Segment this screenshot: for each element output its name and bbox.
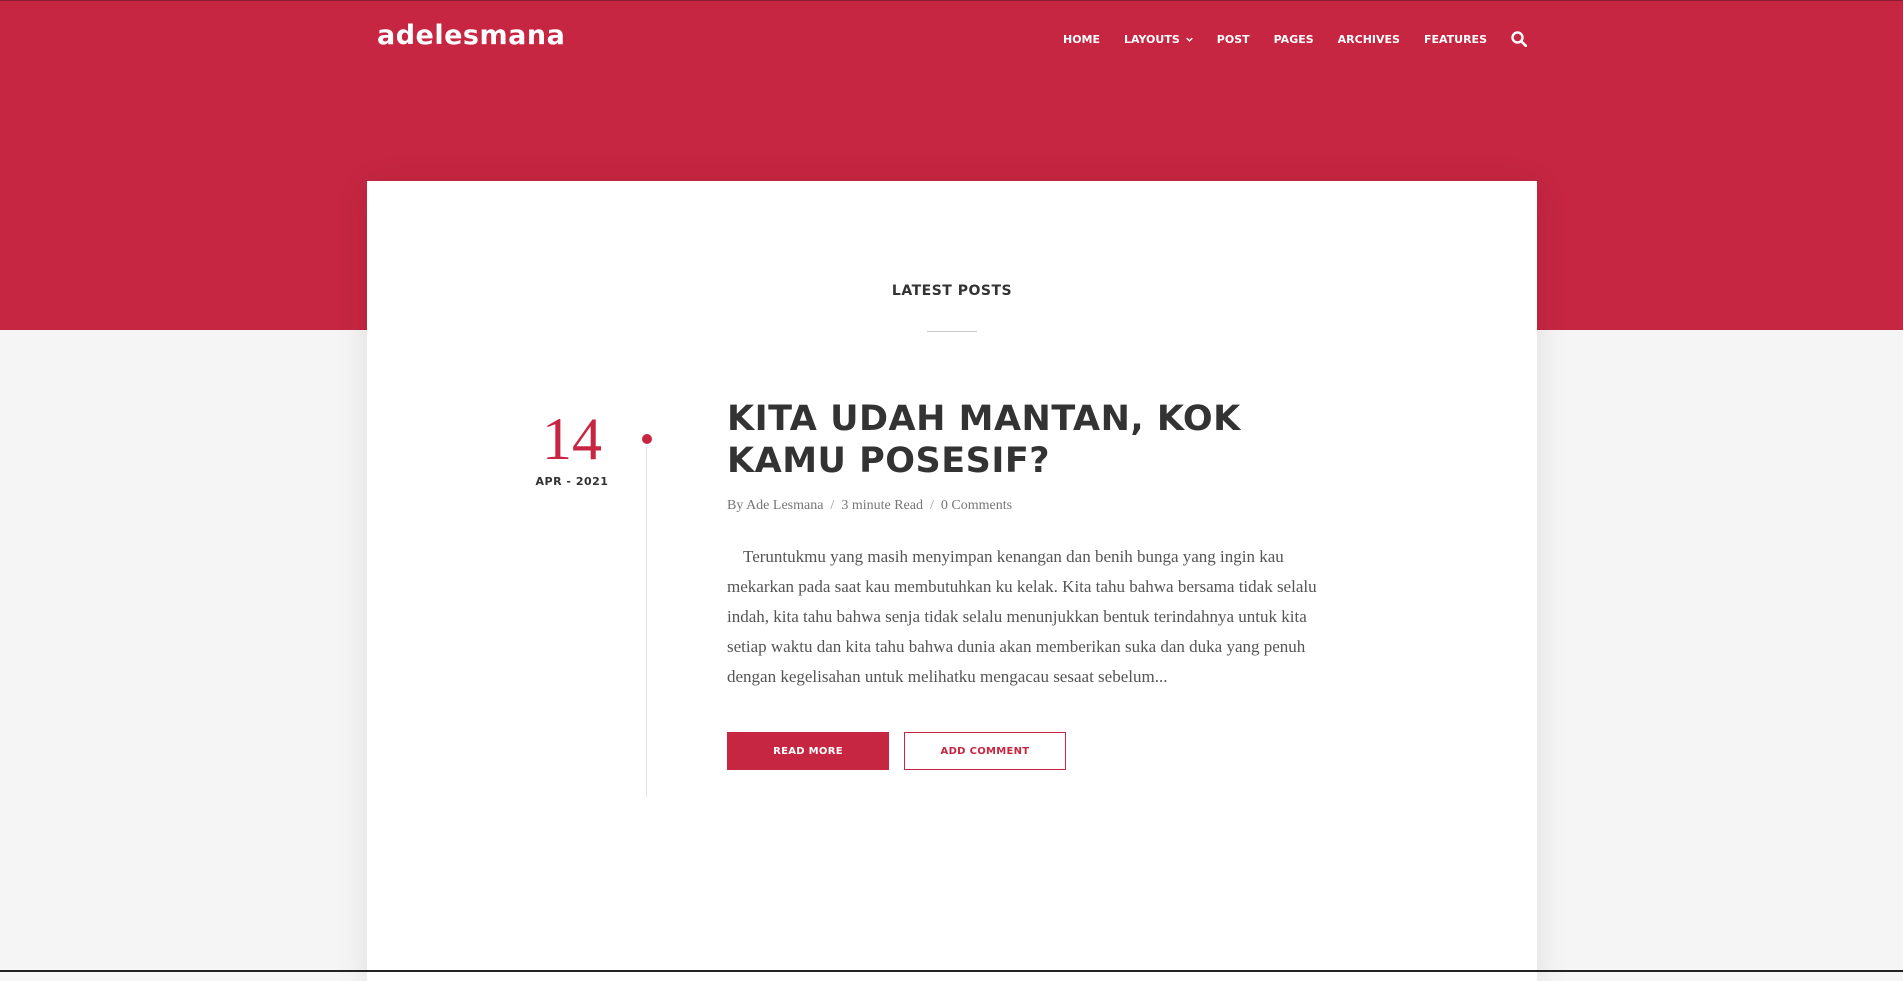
post-title[interactable]: KITA UDAH MANTAN, KOK KAMU POSESIF?	[727, 398, 1317, 482]
nav-item-features[interactable]: FEATURES	[1424, 33, 1487, 46]
nav-item-label: LAYOUTS	[1124, 32, 1180, 46]
site-logo[interactable]: adelesmana	[377, 20, 565, 51]
nav-item-label: FEATURES	[1423, 32, 1487, 46]
nav-item-layouts[interactable]: LAYOUTS	[1124, 33, 1193, 46]
post-date: 14 APR - 2021	[517, 409, 627, 488]
nav-item-archives[interactable]: ARCHIVES	[1338, 33, 1400, 46]
chevron-down-icon	[1185, 37, 1193, 42]
nav-item-pages[interactable]: PAGES	[1274, 33, 1314, 46]
content-card: LATEST POSTS 14 APR - 2021 KITA UDAH MAN…	[367, 181, 1537, 981]
section-divider	[927, 331, 977, 332]
add-comment-button[interactable]: ADD COMMENT	[904, 732, 1066, 770]
meta-separator: /	[830, 498, 835, 513]
read-more-button[interactable]: READ MORE	[727, 732, 889, 770]
meta-separator: /	[929, 498, 934, 513]
post-comments-link[interactable]: 0 Comments	[941, 498, 1012, 513]
post-date-month-year: APR - 2021	[535, 475, 609, 488]
search-icon[interactable]	[1511, 31, 1527, 47]
post-excerpt: Teruntukmu yang masih menyimpan kenangan…	[727, 547, 1317, 686]
timeline-line	[646, 447, 647, 797]
post-meta: By Ade Lesmana / 3 minute Read / 0 Comments	[727, 498, 1317, 514]
nav-item-home[interactable]: HOME	[1063, 33, 1100, 46]
main-nav: HOME LAYOUTS POST PAGES ARCHIVES FEATURE…	[1039, 31, 1537, 47]
post-actions: READ MORE ADD COMMENT	[727, 732, 1317, 770]
nav-item-post[interactable]: POST	[1217, 33, 1250, 46]
nav-item-label: HOME	[1062, 32, 1101, 46]
nav-item-label: POST	[1216, 32, 1250, 46]
post-read-time: 3 minute Read	[841, 498, 923, 513]
nav-item-label: ARCHIVES	[1337, 32, 1400, 46]
section-title: LATEST POSTS	[891, 283, 1013, 299]
timeline-dot	[642, 434, 652, 444]
site-header: adelesmana HOME LAYOUTS POST PAGES ARCHI…	[367, 0, 1537, 80]
post-date-day: 14	[542, 406, 602, 472]
post-item: KITA UDAH MANTAN, KOK KAMU POSESIF? By A…	[727, 398, 1317, 770]
post-author-link[interactable]: By Ade Lesmana	[727, 498, 823, 513]
nav-item-label: PAGES	[1273, 32, 1314, 46]
